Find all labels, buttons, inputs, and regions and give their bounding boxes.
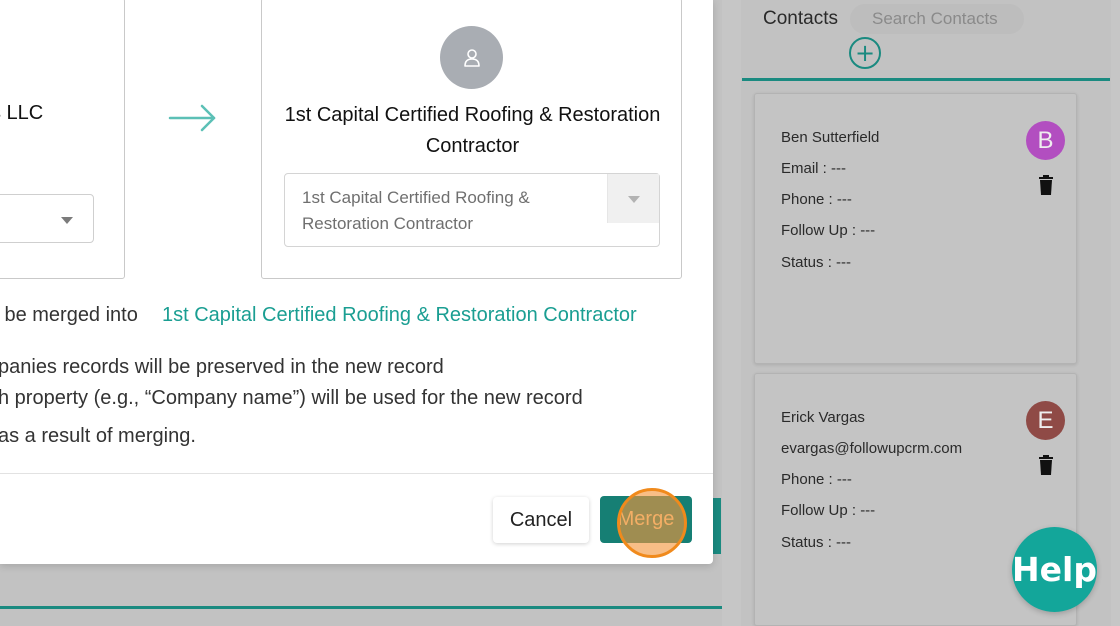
target-company-select-value: 1st Capital Certified Roofing & Restorat… <box>302 188 530 233</box>
contact-follow-up: Follow Up : --- <box>781 502 876 519</box>
contact-status: Status : --- <box>781 534 852 551</box>
modal-footer-divider <box>0 473 713 474</box>
target-company-name: 1st Capital Certified Roofing & Restorat… <box>284 104 661 157</box>
contacts-title: Contacts <box>763 8 838 29</box>
target-company-select[interactable]: 1st Capital Certified Roofing & Restorat… <box>284 173 660 247</box>
source-company-box: s LLC <box>0 0 125 279</box>
avatar-initial: E <box>1037 406 1054 434</box>
chevron-down-icon <box>61 217 73 224</box>
merge-target-link[interactable]: 1st Capital Certified Roofing & Restorat… <box>162 304 637 327</box>
contact-card[interactable]: Ben Sutterfield Email : --- Phone : --- … <box>754 93 1077 364</box>
merge-button[interactable]: Merge <box>600 496 692 543</box>
select-toggle[interactable] <box>607 174 659 223</box>
avatar-initial: B <box>1037 126 1054 154</box>
merge-note: as a result of merging. <box>0 425 196 447</box>
contact-name: Erick Vargas <box>781 409 865 426</box>
contact-avatar: E <box>1026 401 1065 440</box>
contact-name: Ben Sutterfield <box>781 129 880 146</box>
background-button-edge <box>712 498 721 554</box>
merge-note: panies records will be preserved in the … <box>0 356 444 378</box>
source-company-select[interactable] <box>0 194 94 243</box>
contact-email: evargas@followupcrm.com <box>781 440 963 457</box>
contact-email: Email : --- <box>781 160 846 177</box>
contact-follow-up: Follow Up : --- <box>781 222 876 239</box>
source-company-name: s LLC <box>0 102 44 124</box>
contact-status: Status : --- <box>781 254 852 271</box>
contact-avatar: B <box>1026 121 1065 160</box>
add-contact-button[interactable]: + <box>849 37 881 69</box>
contacts-divider <box>742 78 1110 81</box>
plus-icon: + <box>854 39 876 67</box>
contact-phone: Phone : --- <box>781 471 852 488</box>
merge-companies-modal: s LLC 1st Capital Certified Roofing & Re… <box>0 0 713 564</box>
background-divider <box>0 606 722 609</box>
target-company-box: 1st Capital Certified Roofing & Restorat… <box>261 0 682 279</box>
merge-summary-lead: ll be merged into <box>0 304 138 326</box>
contacts-search-input[interactable] <box>850 4 1024 34</box>
merge-note: h property (e.g., “Company name”) will b… <box>0 387 583 409</box>
arrow-right-icon <box>168 104 216 132</box>
cancel-button[interactable]: Cancel <box>493 497 589 543</box>
company-avatar <box>440 26 503 89</box>
trash-icon[interactable] <box>1038 455 1054 475</box>
trash-icon[interactable] <box>1038 175 1054 195</box>
user-icon <box>463 48 480 67</box>
help-button[interactable]: Help <box>1012 527 1097 612</box>
contact-phone: Phone : --- <box>781 191 852 208</box>
chevron-down-icon <box>628 196 640 203</box>
